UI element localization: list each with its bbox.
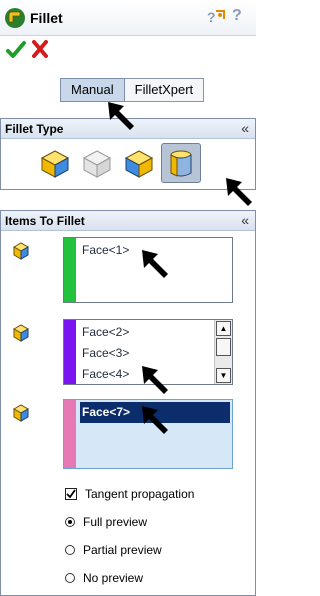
ok-check-icon[interactable] <box>6 40 26 60</box>
list-item[interactable]: Face<2> <box>80 322 210 343</box>
face-fillet-icon <box>124 150 154 178</box>
partial-preview-label: Partial preview <box>83 543 162 557</box>
partial-preview-radio[interactable]: Partial preview <box>65 543 162 557</box>
list-item[interactable]: Face<3> <box>80 343 210 364</box>
tangent-propagation-label: Tangent propagation <box>85 487 195 501</box>
full-round-button[interactable] <box>161 143 201 183</box>
collapse-chevron-icon[interactable]: « <box>241 212 249 228</box>
annotation-arrow-icon <box>142 366 168 394</box>
mode-tabs: Manual FilletXpert <box>60 78 205 102</box>
fillet-feature-icon <box>5 8 25 28</box>
items-to-fillet-title: Items To Fillet <box>5 214 85 228</box>
face-set-icon <box>12 404 30 422</box>
help-icon[interactable]: ? <box>232 7 242 25</box>
full-round-icon <box>170 150 192 177</box>
set-color-strip <box>64 400 76 468</box>
collapse-chevron-icon[interactable]: « <box>241 120 249 136</box>
no-preview-label: No preview <box>83 571 144 585</box>
checkbox-box[interactable] <box>65 488 77 500</box>
constant-radius-button[interactable] <box>35 143 75 183</box>
no-preview-radio[interactable]: No preview <box>65 571 143 585</box>
face-set-icon <box>12 324 30 342</box>
constant-radius-icon <box>40 150 70 178</box>
variable-radius-icon <box>82 150 112 178</box>
full-preview-radio[interactable]: Full preview <box>65 515 147 529</box>
action-bar <box>0 36 256 68</box>
items-to-fillet-header[interactable]: Items To Fillet « <box>1 211 255 231</box>
svg-text:?: ? <box>207 9 216 25</box>
radio-dot <box>68 520 72 524</box>
listbox-scrollbar[interactable]: ▲ ▼ <box>214 320 232 384</box>
tab-manual[interactable]: Manual <box>60 78 125 102</box>
set-color-strip <box>64 320 76 384</box>
fillet-type-title: Fillet Type <box>5 122 64 136</box>
window-title: Fillet <box>30 10 63 26</box>
face-set-icon <box>12 242 30 260</box>
detailed-help-icon[interactable]: ? <box>206 7 226 27</box>
face-fillet-button[interactable] <box>119 143 159 183</box>
annotation-arrow-icon <box>142 406 168 434</box>
annotation-arrow-icon <box>226 178 252 206</box>
title-bar: Fillet ? ? <box>0 0 256 36</box>
full-preview-label: Full preview <box>83 515 148 529</box>
scroll-up-button[interactable]: ▲ <box>216 321 231 336</box>
cancel-x-icon[interactable] <box>32 40 48 58</box>
variable-radius-button[interactable] <box>77 143 117 183</box>
fillet-property-manager: Fillet ? ? Manual FilletXpert Fillet Typ… <box>0 0 256 596</box>
checkmark-icon <box>66 489 76 499</box>
set-color-strip <box>64 238 76 302</box>
radio-button[interactable] <box>65 517 75 527</box>
tab-filletxpert[interactable]: FilletXpert <box>124 78 205 102</box>
radio-button[interactable] <box>65 545 75 555</box>
scroll-down-button[interactable]: ▼ <box>216 368 231 383</box>
scroll-thumb[interactable] <box>216 338 231 356</box>
annotation-arrow-icon <box>142 250 168 278</box>
radio-button[interactable] <box>65 573 75 583</box>
annotation-arrow-icon <box>108 102 134 130</box>
items-to-fillet-section: Items To Fillet « Face<1> Face<2> Face<3… <box>0 210 256 596</box>
fillet-type-buttons <box>35 143 201 183</box>
tangent-propagation-checkbox[interactable]: Tangent propagation <box>65 487 194 501</box>
